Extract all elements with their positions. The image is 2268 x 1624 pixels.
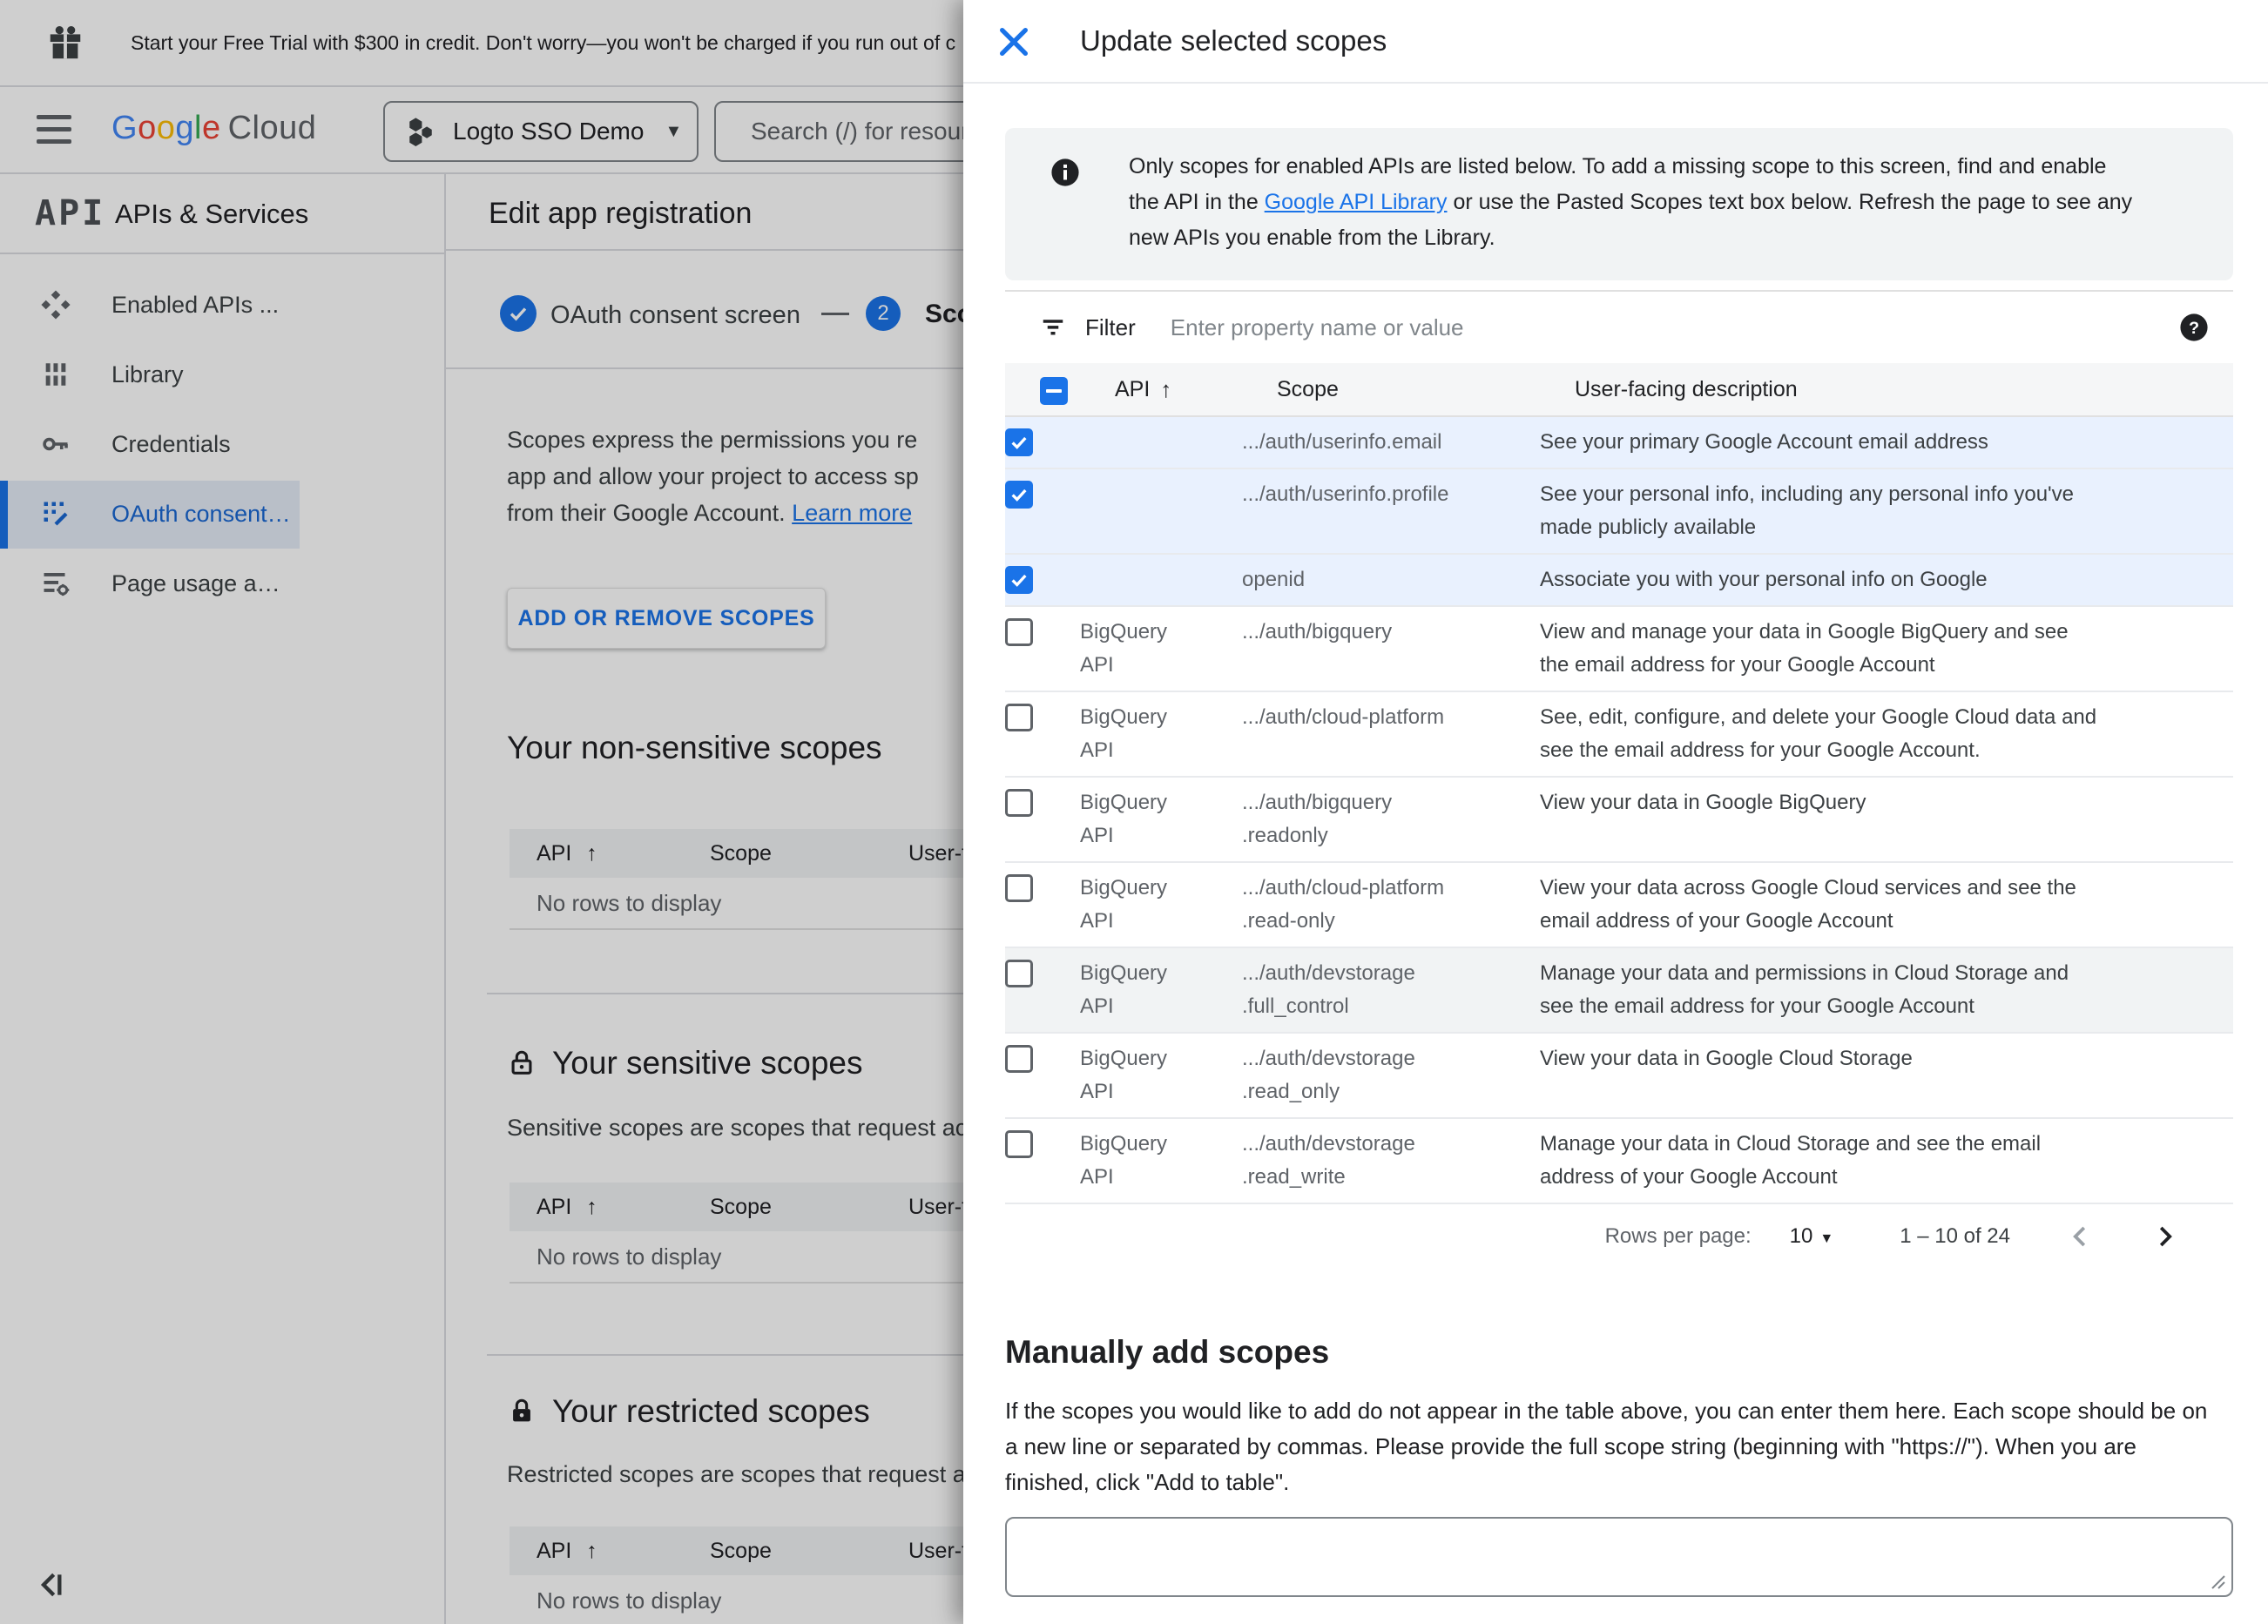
pagination-bar: Rows per page: 10 ▼ 1 – 10 of 24 — [1005, 1204, 2233, 1269]
row-checkbox[interactable] — [1005, 960, 1033, 987]
info-banner: Only scopes for enabled APIs are listed … — [1005, 128, 2233, 280]
select-all-checkbox[interactable] — [1040, 376, 1068, 405]
manually-add-scopes-description: If the scopes you would like to add do n… — [1005, 1398, 2208, 1495]
scope-row[interactable]: .../auth/userinfo.email See your primary… — [1005, 417, 2233, 469]
pagination-range: 1 – 10 of 24 — [1900, 1224, 2010, 1248]
google-api-library-link[interactable]: Google API Library — [1265, 190, 1448, 214]
scope-row[interactable]: BigQuery API .../auth/cloud-platform See… — [1005, 692, 2233, 778]
scopes-table-card: Filter Enter property name or value ? AP… — [1005, 290, 2233, 1269]
svg-text:?: ? — [2189, 319, 2199, 338]
next-page-button[interactable] — [2151, 1223, 2177, 1250]
panel-header: Update selected scopes — [963, 0, 2268, 84]
row-checkbox[interactable] — [1005, 789, 1033, 817]
row-checkbox[interactable] — [1005, 1045, 1033, 1073]
scope-row[interactable]: BigQuery API .../auth/devstorage .read_o… — [1005, 1034, 2233, 1119]
close-icon[interactable] — [996, 24, 1031, 59]
update-scopes-panel: Update selected scopes Only scopes for e… — [963, 0, 2268, 1624]
scope-row[interactable]: BigQuery API .../auth/cloud-platform .re… — [1005, 863, 2233, 948]
manual-scopes-textarea[interactable] — [1005, 1517, 2233, 1597]
previous-page-button[interactable] — [2068, 1223, 2094, 1250]
row-checkbox[interactable] — [1005, 874, 1033, 902]
row-checkbox[interactable] — [1005, 704, 1033, 731]
row-checkbox[interactable] — [1005, 481, 1033, 509]
scope-row[interactable]: BigQuery API .../auth/devstorage .read_w… — [1005, 1119, 2233, 1204]
manually-add-scopes-heading: Manually add scopes — [1005, 1334, 1330, 1370]
row-checkbox[interactable] — [1005, 618, 1033, 646]
info-icon — [1051, 158, 1079, 186]
filter-bar[interactable]: Filter Enter property name or value ? — [1005, 292, 2233, 363]
gcp-console: Start your Free Trial with $300 in credi… — [0, 0, 2268, 1624]
scope-row[interactable]: BigQuery API .../auth/bigquery View and … — [1005, 607, 2233, 692]
modal-scrim[interactable] — [0, 0, 963, 1624]
sort-asc-icon[interactable]: ↑ — [1160, 376, 1171, 403]
caret-down-icon: ▼ — [1819, 1231, 1834, 1246]
rows-per-page-select[interactable]: 10 ▼ — [1790, 1224, 1834, 1249]
resize-handle-icon[interactable] — [2209, 1573, 2226, 1590]
row-checkbox[interactable] — [1005, 1130, 1033, 1158]
filter-icon — [1043, 320, 1063, 335]
row-checkbox[interactable] — [1005, 428, 1033, 456]
scope-row[interactable]: BigQuery API .../auth/devstorage .full_c… — [1005, 948, 2233, 1034]
filter-label: Filter — [1085, 313, 1136, 340]
panel-title: Update selected scopes — [1080, 24, 1387, 57]
scope-row[interactable]: BigQuery API .../auth/bigquery .readonly… — [1005, 778, 2233, 863]
row-checkbox[interactable] — [1005, 566, 1033, 594]
scope-row[interactable]: openid Associate you with your personal … — [1005, 555, 2233, 607]
filter-placeholder[interactable]: Enter property name or value — [1171, 314, 2233, 341]
rows-per-page-label: Rows per page: — [1604, 1224, 1752, 1248]
scopes-table-header: API ↑ Scope User-facing description — [1005, 363, 2233, 417]
help-icon[interactable]: ? — [2179, 313, 2209, 342]
scope-row[interactable]: .../auth/userinfo.profile See your perso… — [1005, 469, 2233, 555]
